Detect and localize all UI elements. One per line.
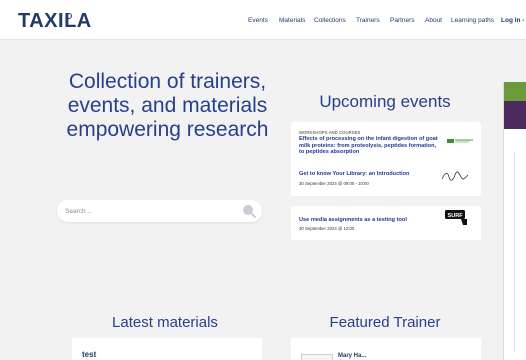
side-panel-banner [504, 82, 526, 101]
nav-links: Events Materials Collections Trainers Pa… [0, 17, 526, 29]
event-card[interactable]: Get to know Your Library: an Introductio… [291, 160, 481, 196]
nav-materials[interactable]: Materials [279, 17, 305, 24]
upcoming-events-title: Upcoming events [319, 92, 451, 111]
nav-about[interactable]: About [425, 17, 442, 24]
event-title[interactable]: Get to know Your Library: an Introductio… [299, 171, 449, 178]
login-dropdown[interactable]: Log In - [501, 17, 524, 24]
svg-text:SURF: SURF [448, 213, 464, 219]
event-category: WORKSHOPS AND COURSES [299, 130, 361, 135]
trainer-name[interactable]: Mary Ha... [338, 353, 366, 359]
organization-logo-icon [447, 132, 473, 150]
nav-trainers[interactable]: Trainers [356, 17, 380, 24]
material-title[interactable]: test [82, 350, 96, 359]
side-panel-divider [514, 152, 515, 352]
side-panel [503, 82, 526, 360]
nav-collections[interactable]: Collections [314, 17, 346, 24]
nav-partners[interactable]: Partners [390, 17, 415, 24]
side-panel-banner-dark [504, 101, 526, 129]
material-card[interactable]: test [72, 338, 262, 360]
event-title[interactable]: Use media assignments as a testing tool [299, 217, 449, 224]
top-navbar: TAXILA Events Materials Collections Trai… [0, 0, 526, 40]
latest-materials-title: Latest materials [112, 314, 218, 331]
trainer-card[interactable]: Mary Ha... [291, 338, 481, 360]
event-card[interactable]: Use media assignments as a testing tool … [291, 206, 481, 240]
hero-title: Collection of trainers, events, and mate… [66, 70, 269, 141]
search-icon[interactable] [241, 203, 257, 219]
surf-logo-icon: SURF [445, 210, 471, 231]
search-input[interactable] [65, 205, 225, 217]
event-title[interactable]: Effects of processing on the infant dige… [299, 136, 439, 156]
event-date: 30 September 2024 @ 12:00 [299, 226, 355, 231]
nav-learning-paths[interactable]: Learning paths [451, 17, 494, 24]
trainer-photo [301, 354, 333, 360]
event-date: 30 September 2024 @ 09:00 - 10:00 [299, 181, 369, 186]
search-bar [57, 200, 262, 222]
featured-trainer-title: Featured Trainer [329, 314, 441, 331]
nav-events[interactable]: Events [248, 17, 268, 24]
signature-logo-icon [441, 169, 469, 187]
